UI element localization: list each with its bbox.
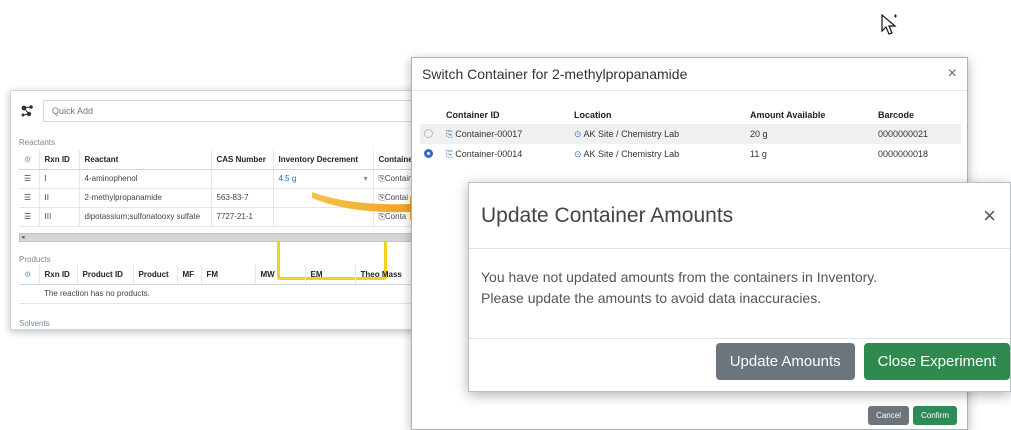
header-mw[interactable]: MW: [255, 265, 306, 285]
containers-header-row: Container ID Location Amount Available B…: [420, 106, 961, 124]
reactants-header-row: ⚙ Rxn ID Reactant CAS Number Inventory D…: [19, 150, 419, 170]
update-modal-body: You have not updated amounts from the co…: [469, 249, 1010, 339]
confirm-button[interactable]: Confirm: [912, 406, 957, 425]
rxn-id-cell: II: [39, 188, 80, 208]
header-product-id[interactable]: Product ID: [77, 265, 134, 285]
table-row[interactable]: ⎘ Container-00014 ⊙ AK Site / Chemistry La…: [420, 144, 961, 164]
mouse-cursor-icon: [881, 14, 897, 35]
container-icon: ⎘: [446, 148, 454, 159]
container-id-link[interactable]: ⎘ Container-00014: [442, 144, 570, 164]
chevron-down-icon[interactable]: ▾: [363, 174, 367, 183]
header-theo-mass[interactable]: Theo Mass: [355, 265, 416, 285]
settings-icon[interactable]: ⚙: [19, 150, 40, 170]
container-icon: ⎘: [446, 128, 454, 139]
scroll-left-icon[interactable]: ◂: [21, 234, 25, 242]
quick-add-input[interactable]: [43, 100, 429, 122]
switch-modal-header: Switch Container for 2-methylpropanamide…: [412, 58, 967, 91]
rxn-id-cell: I: [39, 169, 80, 189]
update-container-amounts-modal: Update Container Amounts × You have not …: [468, 182, 1011, 392]
containers-table: Container ID Location Amount Available B…: [420, 106, 961, 164]
molecule-icon[interactable]: [17, 101, 39, 121]
barcode-cell: 0000000018: [878, 149, 929, 159]
close-experiment-button[interactable]: Close Experiment: [863, 343, 1010, 380]
header-cas-number[interactable]: CAS Number: [211, 150, 274, 170]
switch-modal-footer: Cancel Confirm: [868, 406, 957, 425]
cancel-button[interactable]: Cancel: [868, 406, 909, 425]
close-icon[interactable]: ×: [983, 203, 996, 229]
update-modal-header: Update Container Amounts ×: [469, 183, 1010, 249]
horizontal-scrollbar[interactable]: ◂: [19, 233, 423, 242]
drag-handle-icon[interactable]: ☰: [19, 169, 40, 189]
header-product[interactable]: Product: [133, 265, 178, 285]
header-barcode: Barcode: [878, 110, 915, 120]
update-modal-footer: Update Amounts Close Experiment: [715, 343, 1010, 380]
container-radio-selected[interactable]: [424, 148, 433, 158]
cas-cell: 563-83-7: [211, 188, 274, 208]
update-amounts-button[interactable]: Update Amounts: [715, 343, 855, 380]
drag-handle-icon[interactable]: ☰: [19, 188, 40, 208]
update-modal-title: Update Container Amounts: [481, 203, 734, 227]
products-table: ⚙ Rxn ID Product ID Product MF FM MW EM …: [19, 265, 416, 304]
header-container-id: Container ID: [446, 110, 500, 120]
reactant-link[interactable]: 2-methylpropanamide: [79, 188, 212, 208]
cas-cell: [211, 169, 274, 189]
products-header-row: ⚙ Rxn ID Product ID Product MF FM MW EM …: [19, 265, 416, 285]
header-rxn-id[interactable]: Rxn ID: [39, 265, 78, 285]
settings-icon[interactable]: ⚙: [19, 265, 40, 285]
header-location: Location: [574, 110, 612, 120]
header-reactant[interactable]: Reactant: [79, 150, 212, 170]
products-label: Products: [19, 255, 51, 264]
reactants-label: Reactants: [19, 138, 56, 147]
amount-cell: 20 g: [746, 124, 874, 144]
empty-products-row: The reaction has no products.: [19, 284, 416, 304]
header-inventory-decrement[interactable]: Inventory Decrement: [273, 150, 374, 170]
container-id-link[interactable]: ⎘ Container-00017: [442, 124, 570, 144]
close-icon[interactable]: ×: [948, 65, 957, 83]
reactant-link[interactable]: dipotassium;sulfonatooxy sulfate: [79, 207, 212, 227]
no-products-message: The reaction has no products.: [19, 284, 416, 304]
update-message-line-1: You have not updated amounts from the co…: [481, 269, 878, 285]
location-pin-icon: ⊙: [574, 148, 582, 159]
drag-handle-icon[interactable]: ☰: [19, 207, 40, 227]
rxn-id-cell: III: [39, 207, 80, 227]
update-message-line-2: Please update the amounts to avoid data …: [481, 290, 822, 306]
inventory-decrement-value: 4.5 g: [278, 174, 297, 183]
solvents-label: Solvents: [19, 319, 50, 328]
amount-cell: 11 g: [750, 149, 767, 159]
switch-modal-title: Switch Container for 2-methylpropanamide: [422, 66, 688, 82]
cas-cell: 7727-21-1: [211, 207, 274, 227]
header-rxn-id[interactable]: Rxn ID: [39, 150, 80, 170]
table-row[interactable]: ⎘ Container-00017 ⊙ AK Site / Chemistry La…: [420, 124, 961, 144]
location-link[interactable]: ⊙ AK Site / Chemistry Lab: [570, 124, 746, 144]
reactant-link[interactable]: 4-aminophenol: [79, 169, 212, 189]
header-fm[interactable]: FM: [201, 265, 256, 285]
header-amount-available: Amount Available: [750, 110, 826, 120]
quick-add-row: [17, 99, 429, 123]
header-mf[interactable]: MF: [177, 265, 202, 285]
barcode-cell: 0000000021: [874, 124, 961, 144]
location-pin-icon: ⊙: [574, 128, 582, 139]
header-em[interactable]: EM: [305, 265, 356, 285]
location-link[interactable]: ⊙ AK Site / Chemistry Lab: [570, 144, 746, 164]
container-radio[interactable]: [424, 128, 433, 138]
